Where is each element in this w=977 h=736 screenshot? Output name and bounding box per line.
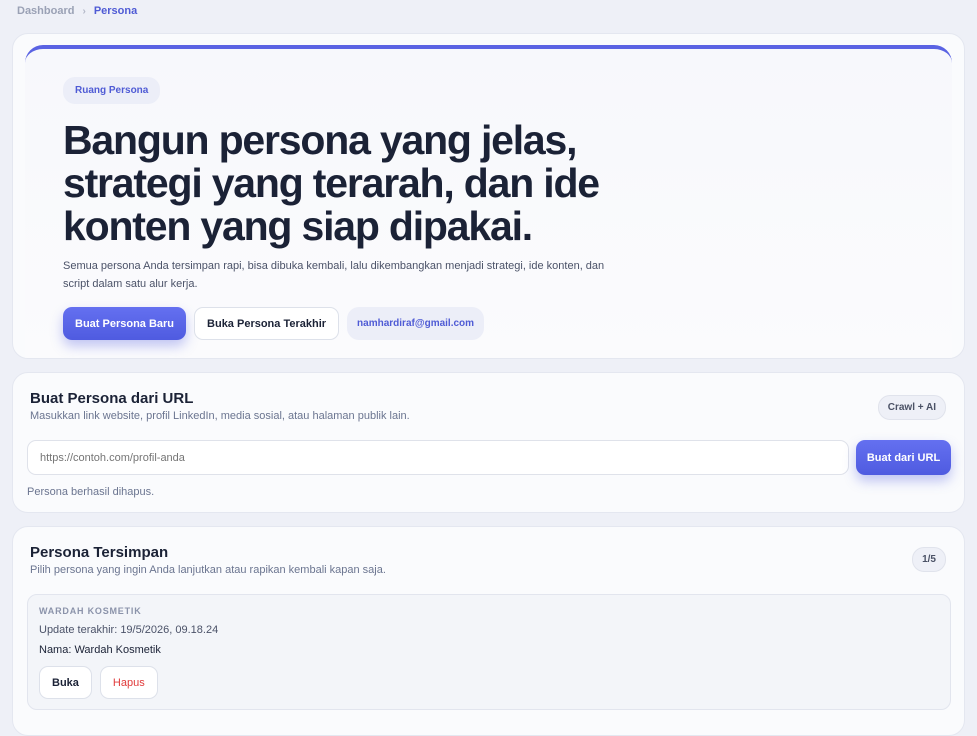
- create-from-url-button[interactable]: Buat dari URL: [856, 440, 951, 475]
- persona-updated-at: Update terakhir: 19/5/2026, 09.18.24: [39, 624, 219, 636]
- breadcrumb: Dashboard › Persona: [17, 5, 137, 17]
- title-line-1: Bangun persona yang jelas,: [63, 117, 578, 163]
- url-section-title: Buat Persona dari URL: [30, 390, 194, 407]
- open-persona-button[interactable]: Buka: [39, 666, 92, 699]
- hero-actions: Buat Persona Baru Buka Persona Terakhir …: [63, 307, 485, 340]
- crawl-ai-badge: Crawl + AI: [877, 395, 946, 420]
- hero-description: Semua persona Anda tersimpan rapi, bisa …: [63, 260, 605, 290]
- hero-pill: Ruang Persona: [63, 77, 161, 104]
- saved-section-subtitle: Pilih persona yang ingin Anda lanjutkan …: [30, 564, 386, 576]
- saved-personas-card: Persona Tersimpan Pilih persona yang ing…: [12, 526, 965, 736]
- user-email-badge: namhardiraf@gmail.com: [347, 307, 485, 340]
- url-input[interactable]: [27, 440, 849, 475]
- persona-actions: Buka Hapus: [39, 666, 158, 699]
- breadcrumb-current: Persona: [93, 5, 138, 17]
- persona-list-item: WARDAH KOSMETIK Update terakhir: 19/5/20…: [27, 594, 951, 710]
- create-persona-button[interactable]: Buat Persona Baru: [63, 307, 187, 340]
- title-line-3: konten yang siap dipakai.: [63, 203, 533, 249]
- page-title: Bangun persona yang jelas, strategi yang…: [63, 119, 623, 248]
- delete-persona-button[interactable]: Hapus: [99, 666, 158, 699]
- breadcrumb-dashboard-link[interactable]: Dashboard: [17, 5, 74, 17]
- saved-section-title: Persona Tersimpan: [30, 544, 169, 561]
- status-message: Persona berhasil dihapus.: [27, 486, 155, 498]
- chevron-right-icon: ›: [82, 5, 86, 17]
- title-line-2: strategi yang terarah, dan ide: [63, 160, 600, 206]
- persona-brand: WARDAH KOSMETIK: [39, 606, 142, 616]
- persona-name: Nama: Wardah Kosmetik: [39, 644, 161, 656]
- url-persona-card: Buat Persona dari URL Masukkan link webs…: [12, 372, 965, 513]
- persona-count-badge: 1/5: [912, 547, 946, 572]
- open-last-persona-button[interactable]: Buka Persona Terakhir: [194, 307, 340, 340]
- url-section-subtitle: Masukkan link website, profil LinkedIn, …: [30, 410, 410, 422]
- hero-panel: Ruang Persona Bangun persona yang jelas,…: [25, 45, 952, 358]
- hero-card: Ruang Persona Bangun persona yang jelas,…: [12, 33, 965, 359]
